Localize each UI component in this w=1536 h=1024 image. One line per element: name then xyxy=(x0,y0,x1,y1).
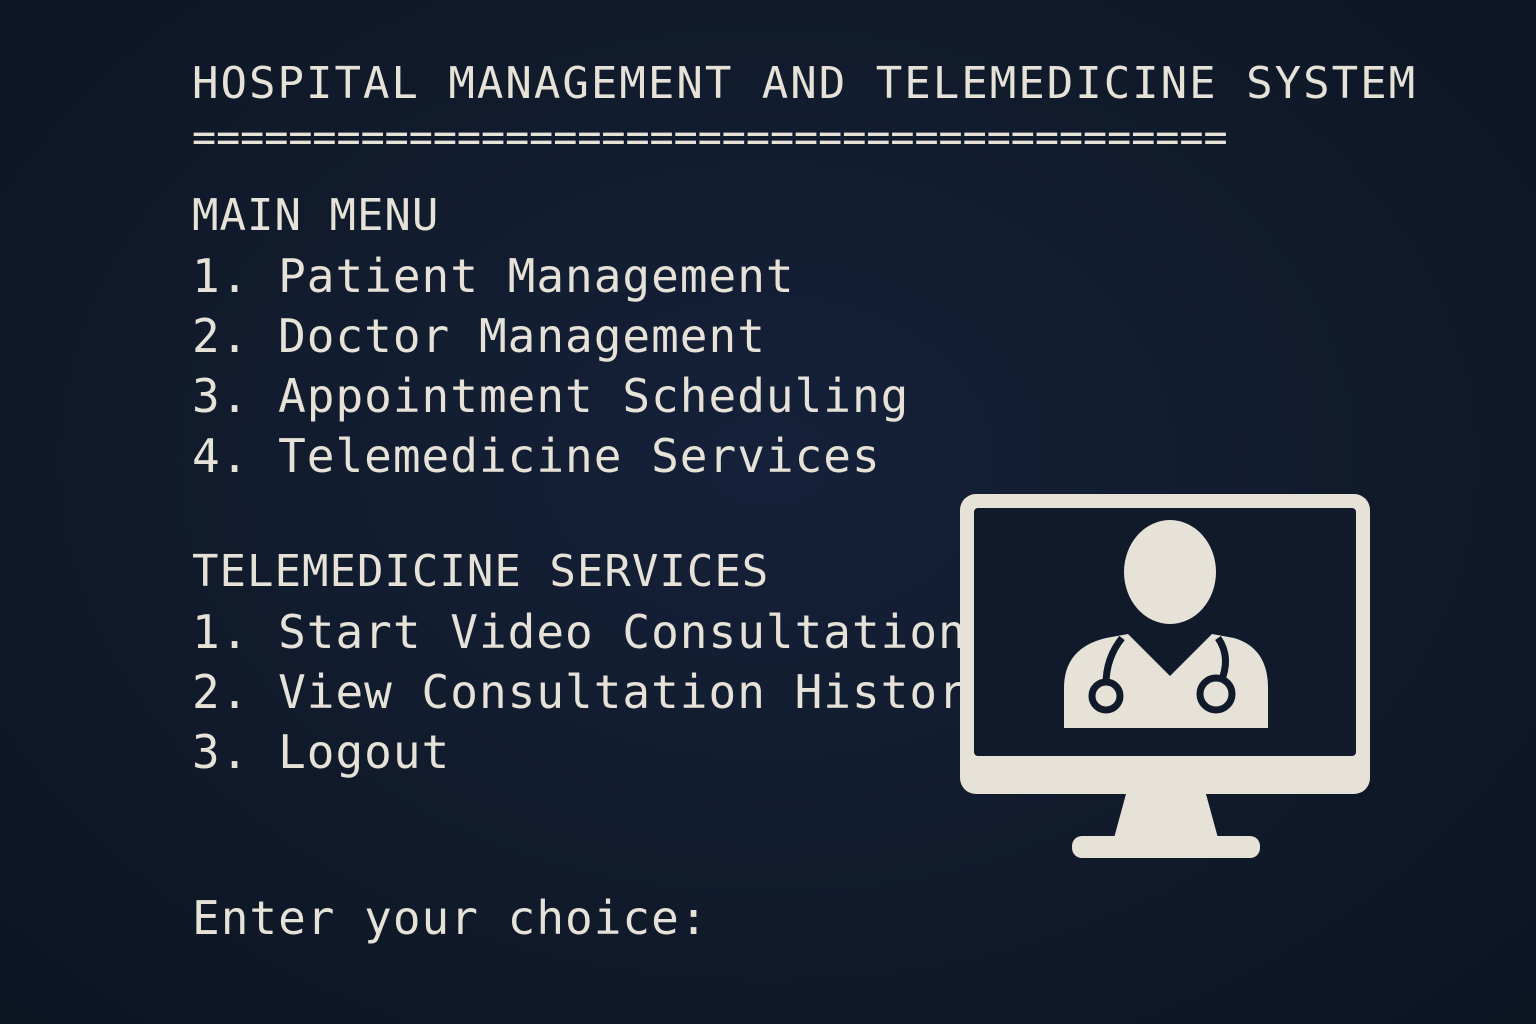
app-title: HOSPITAL MANAGEMENT AND TELEMEDICINE SYS… xyxy=(192,58,1418,109)
title-divider: ========================================… xyxy=(192,115,1228,161)
choice-prompt: Enter your choice: xyxy=(192,890,1037,946)
choice-prompt-label: Enter your choice: xyxy=(192,891,709,945)
telemedicine-item-logout[interactable]: 3. Logout xyxy=(192,724,450,780)
monitor-stand xyxy=(1114,794,1218,838)
doctor-head xyxy=(1124,520,1216,624)
main-menu-item-telemedicine-services[interactable]: 4. Telemedicine Services xyxy=(192,428,881,484)
main-menu-item-appointment-scheduling[interactable]: 3. Appointment Scheduling xyxy=(192,368,909,424)
choice-input[interactable] xyxy=(708,890,1037,946)
terminal-window: HOSPITAL MANAGEMENT AND TELEMEDICINE SYS… xyxy=(0,0,1536,1024)
main-menu-heading: MAIN MENU xyxy=(192,190,440,241)
main-menu-item-doctor-management[interactable]: 2. Doctor Management xyxy=(192,308,766,364)
doctor-telemedicine-monitor-icon xyxy=(960,494,1370,858)
telemedicine-item-view-consultation-history[interactable]: 2. View Consultation History xyxy=(192,664,995,720)
telemedicine-menu-heading: TELEMEDICINE SERVICES xyxy=(192,546,770,597)
monitor-base xyxy=(1072,836,1260,858)
stethoscope-icon xyxy=(1196,674,1236,714)
main-menu-item-patient-management[interactable]: 1. Patient Management xyxy=(192,248,795,304)
telemedicine-item-start-video-consultation[interactable]: 1. Start Video Consultation xyxy=(192,604,967,660)
